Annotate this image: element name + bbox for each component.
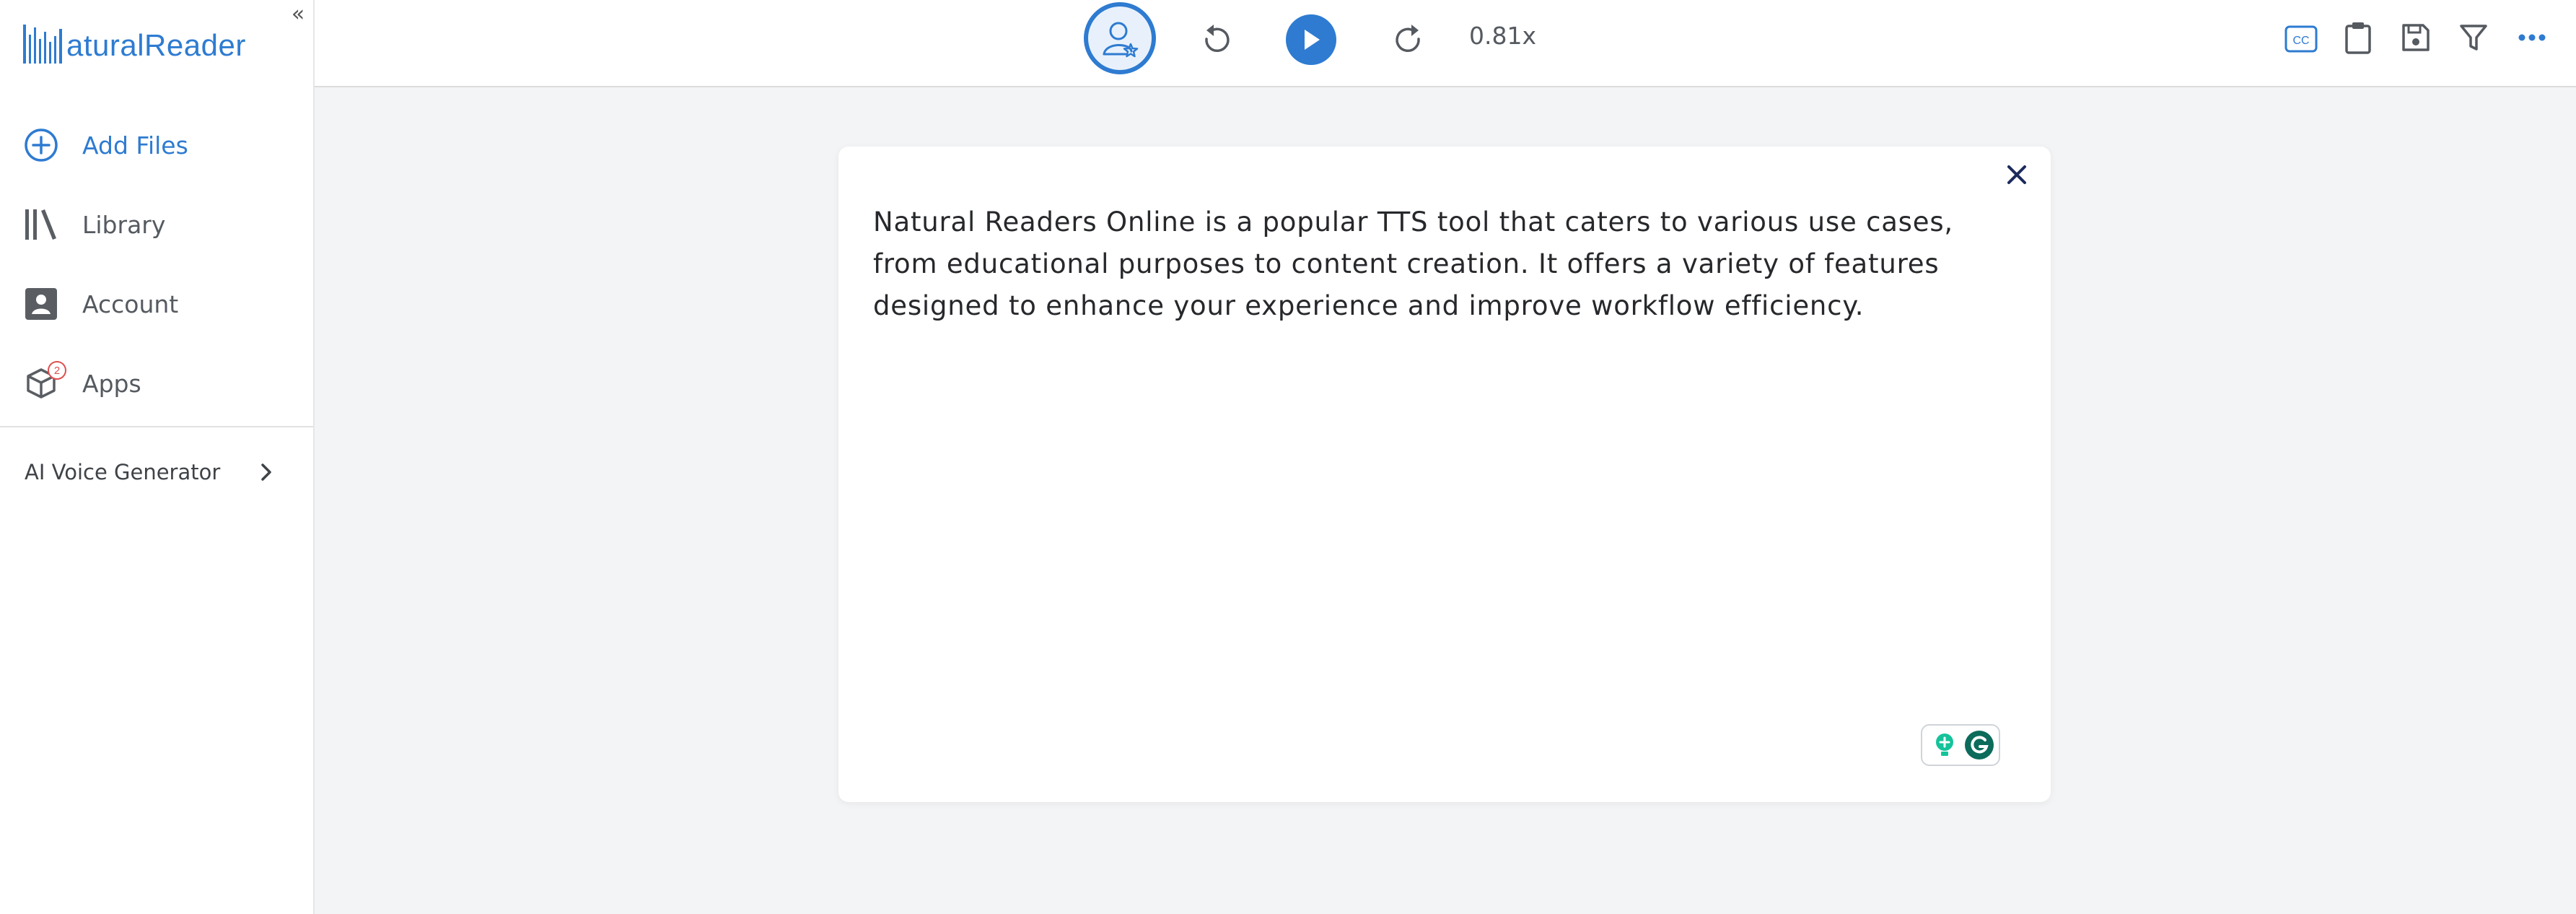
ai-voice-generator-link[interactable]: AI Voice Generator <box>0 445 313 500</box>
collapse-sidebar-button[interactable]: « <box>286 1 310 27</box>
app-logo[interactable]: aturalReader <box>23 17 246 64</box>
sidebar-item-add-files[interactable]: Add Files <box>0 105 313 185</box>
sidebar-item-label: Library <box>82 210 166 239</box>
top-toolbar: 0.81x CC <box>315 0 2576 87</box>
forward-icon <box>1396 25 1420 53</box>
chevron-right-icon <box>261 463 271 481</box>
play-icon <box>1305 30 1320 50</box>
close-dialog-button[interactable] <box>2000 158 2033 191</box>
main-area: Natural Readers Online is a popular TTS … <box>315 87 2576 914</box>
rewind-icon <box>1205 25 1230 53</box>
sidebar-divider <box>0 426 313 427</box>
library-icon <box>23 206 59 243</box>
voice-avatar-button[interactable] <box>1084 2 1156 74</box>
filter-button[interactable] <box>2455 19 2492 56</box>
more-options-button[interactable] <box>2513 19 2551 56</box>
sidebar-item-label: Add Files <box>82 131 188 160</box>
save-icon <box>2402 24 2430 51</box>
close-icon <box>2007 165 2026 184</box>
grammarly-icon[interactable] <box>1964 730 1994 760</box>
save-button[interactable] <box>2397 19 2435 56</box>
logo-text: aturalReader <box>66 28 246 62</box>
text-editor-area[interactable]: Natural Readers Online is a popular TTS … <box>873 201 2020 327</box>
clipboard-icon <box>2345 22 2371 54</box>
account-icon <box>23 286 59 322</box>
plus-circle-icon <box>23 127 59 163</box>
playback-speed-button[interactable]: 0.81x <box>1469 22 1536 50</box>
closed-captions-icon: CC <box>2284 25 2318 53</box>
filter-icon <box>2460 25 2487 51</box>
forward-button[interactable] <box>1387 17 1430 61</box>
sidebar-item-label: Account <box>82 290 179 318</box>
grammarly-widget <box>1921 724 2000 766</box>
apps-icon: 2 <box>23 361 66 401</box>
sidebar-item-apps[interactable]: 2 Apps <box>0 344 313 423</box>
lightbulb-icon[interactable] <box>1929 730 1960 760</box>
ai-voice-generator-label: AI Voice Generator <box>25 460 221 484</box>
sidebar-item-label: Apps <box>82 369 141 398</box>
more-horizontal-icon <box>2518 34 2546 41</box>
clipboard-button[interactable] <box>2339 19 2377 56</box>
sidebar-item-library[interactable]: Library <box>0 185 313 264</box>
voice-avatar-icon <box>1103 22 1139 58</box>
apps-badge: 2 <box>48 361 66 380</box>
svg-text:CC: CC <box>2292 35 2309 47</box>
sidebar-nav: Add Files Library Account 2 Apps <box>0 105 313 423</box>
sidebar: aturalReader « Add Files Library Account… <box>0 0 315 914</box>
logo-wave-icon <box>23 25 62 64</box>
play-button[interactable] <box>1286 14 1336 65</box>
closed-captions-button[interactable]: CC <box>2282 22 2321 56</box>
rewind-button[interactable] <box>1195 17 1238 61</box>
text-input-dialog: Natural Readers Online is a popular TTS … <box>838 147 2051 802</box>
sidebar-item-account[interactable]: Account <box>0 264 313 344</box>
